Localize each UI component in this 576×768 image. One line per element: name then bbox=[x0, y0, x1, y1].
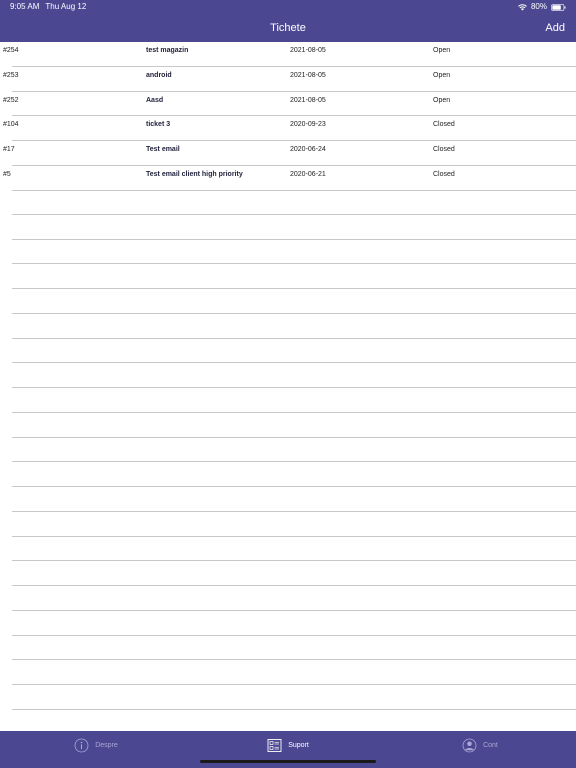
tab-label: Cont bbox=[483, 742, 498, 749]
ticket-date: 2021-08-05 bbox=[290, 47, 326, 54]
empty-row bbox=[12, 487, 576, 512]
empty-row bbox=[12, 413, 576, 438]
empty-row bbox=[12, 240, 576, 265]
ticket-date: 2020-06-24 bbox=[290, 146, 326, 153]
empty-row bbox=[12, 190, 576, 215]
battery-icon bbox=[551, 3, 566, 11]
ticket-date: 2020-09-23 bbox=[290, 121, 326, 129]
page-title: Tichete bbox=[270, 22, 306, 34]
wifi-icon bbox=[518, 3, 527, 10]
ticket-date: 2021-08-05 bbox=[290, 96, 326, 104]
status-bar-left: 9:05 AM Thu Aug 12 bbox=[10, 2, 86, 12]
status-bar-right: 80% bbox=[518, 2, 566, 12]
empty-row bbox=[12, 561, 576, 586]
ticket-status: Closed bbox=[433, 170, 455, 178]
add-button[interactable]: Add bbox=[545, 21, 565, 35]
empty-row bbox=[12, 586, 576, 611]
empty-table-area bbox=[0, 190, 576, 735]
ticket-status: Open bbox=[433, 71, 451, 79]
empty-row bbox=[12, 438, 576, 463]
empty-row bbox=[12, 339, 576, 364]
empty-row bbox=[12, 388, 576, 413]
ticket-row[interactable]: #104 ticket 3 2020-09-23 Closed bbox=[0, 116, 576, 141]
status-date: Thu Aug 12 bbox=[45, 2, 87, 11]
battery-percent: 80% bbox=[530, 2, 547, 11]
ticket-row[interactable]: #17 Test email 2020-06-24 Closed bbox=[0, 141, 576, 166]
ticket-row[interactable]: #253 android 2021-08-05 Open bbox=[0, 67, 576, 92]
ticket-status: Closed bbox=[433, 121, 455, 129]
ticket-row[interactable]: #5 Test email client high priority 2020-… bbox=[0, 166, 576, 191]
support-list-icon bbox=[267, 739, 282, 752]
empty-row bbox=[12, 462, 576, 487]
ticket-subject: ticket 3 bbox=[146, 121, 171, 129]
status-time: 9:05 AM bbox=[10, 2, 40, 11]
ticket-id: #252 bbox=[3, 96, 19, 104]
ticket-status: Open bbox=[433, 96, 451, 104]
empty-row bbox=[12, 215, 576, 240]
ticket-id: #254 bbox=[3, 47, 19, 54]
tab-despre[interactable]: Despre bbox=[0, 731, 192, 760]
ticket-id: #17 bbox=[3, 146, 15, 153]
empty-row bbox=[12, 537, 576, 562]
header-bar: 9:05 AM Thu Aug 12 80% Tichete Add bbox=[0, 0, 576, 42]
ticket-subject: android bbox=[146, 71, 172, 79]
empty-row bbox=[12, 685, 576, 710]
empty-row bbox=[12, 660, 576, 685]
tab-suport[interactable]: Suport bbox=[192, 731, 384, 760]
info-icon bbox=[74, 738, 89, 753]
empty-row bbox=[12, 264, 576, 289]
tab-label: Suport bbox=[288, 742, 309, 749]
tab-label: Despre bbox=[95, 742, 118, 749]
empty-row bbox=[12, 314, 576, 339]
tickets-screen: 9:05 AM Thu Aug 12 80% Tichete Add #254 t… bbox=[0, 0, 576, 768]
ticket-id: #5 bbox=[3, 170, 11, 178]
ticket-status: Closed bbox=[433, 146, 455, 153]
tab-cont[interactable]: Cont bbox=[384, 731, 576, 760]
ticket-id: #253 bbox=[3, 71, 19, 79]
ticket-status: Open bbox=[433, 47, 451, 54]
ticket-date: 2021-08-05 bbox=[290, 71, 326, 79]
ticket-subject: test magazin bbox=[146, 47, 189, 54]
ticket-subject: Test email bbox=[146, 146, 180, 153]
ticket-date: 2020-06-21 bbox=[290, 170, 326, 178]
empty-row bbox=[12, 512, 576, 537]
home-indicator bbox=[200, 760, 376, 763]
ticket-row[interactable]: #252 Aasd 2021-08-05 Open bbox=[0, 92, 576, 117]
empty-row bbox=[12, 636, 576, 661]
ticket-id: #104 bbox=[3, 121, 19, 129]
empty-row bbox=[12, 363, 576, 388]
ticket-subject: Test email client high priority bbox=[146, 170, 243, 178]
ticket-list: #254 test magazin 2021-08-05 Open #253 a… bbox=[0, 42, 576, 191]
empty-row bbox=[12, 611, 576, 636]
empty-row bbox=[12, 289, 576, 314]
account-icon bbox=[462, 738, 477, 753]
ticket-row[interactable]: #254 test magazin 2021-08-05 Open bbox=[0, 42, 576, 67]
ticket-subject: Aasd bbox=[146, 96, 164, 104]
